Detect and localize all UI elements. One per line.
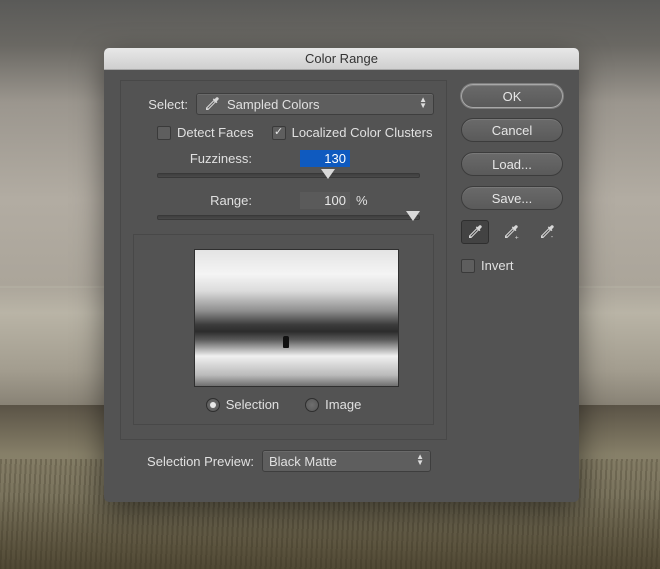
svg-text:-: -: [551, 232, 554, 241]
selection-preview-label: Selection Preview:: [136, 454, 254, 469]
color-range-dialog: Color Range Select: Sampled Colors ▲▼: [104, 48, 579, 502]
detect-faces-label: Detect Faces: [177, 125, 254, 140]
eyedropper-subtract-tool[interactable]: -: [533, 220, 561, 244]
save-button[interactable]: Save...: [461, 186, 563, 210]
select-dropdown[interactable]: Sampled Colors ▲▼: [196, 93, 434, 115]
fuzziness-label: Fuzziness:: [157, 151, 252, 166]
detect-faces-checkbox[interactable]: Detect Faces: [157, 125, 254, 140]
ok-label: OK: [503, 89, 522, 104]
fuzziness-value[interactable]: 130: [300, 150, 350, 167]
eyedropper-minus-icon: -: [538, 223, 556, 241]
eyedropper-plus-icon: +: [502, 223, 520, 241]
invert-checkbox[interactable]: Invert: [461, 258, 563, 273]
radio-selection[interactable]: Selection: [206, 397, 279, 412]
checkbox-box: ✓: [272, 126, 286, 140]
checkbox-box: [461, 259, 475, 273]
localized-clusters-label: Localized Color Clusters: [292, 125, 433, 140]
chevron-updown-icon: ▲▼: [416, 454, 424, 466]
load-label: Load...: [492, 157, 532, 172]
slider-thumb[interactable]: [406, 211, 420, 221]
invert-label: Invert: [481, 258, 514, 273]
checkbox-box: [157, 126, 171, 140]
eyedropper-add-tool[interactable]: +: [497, 220, 525, 244]
localized-clusters-checkbox[interactable]: ✓ Localized Color Clusters: [272, 125, 433, 140]
save-label: Save...: [492, 191, 532, 206]
selection-preview-image[interactable]: [194, 249, 399, 387]
radio-image[interactable]: Image: [305, 397, 361, 412]
radio-selection-label: Selection: [226, 397, 279, 412]
range-unit: %: [356, 193, 368, 208]
chevron-updown-icon: ▲▼: [419, 97, 427, 109]
select-label: Select:: [133, 97, 188, 112]
cancel-button[interactable]: Cancel: [461, 118, 563, 142]
svg-text:+: +: [515, 235, 519, 242]
range-value[interactable]: 100: [300, 192, 350, 209]
range-label: Range:: [157, 193, 252, 208]
slider-thumb[interactable]: [321, 169, 335, 179]
dialog-titlebar[interactable]: Color Range: [104, 48, 579, 70]
load-button[interactable]: Load...: [461, 152, 563, 176]
select-value: Sampled Colors: [227, 97, 320, 112]
dialog-title: Color Range: [305, 51, 378, 66]
ok-button[interactable]: OK: [461, 84, 563, 108]
eyedropper-icon: [466, 223, 484, 241]
selection-preview-dropdown[interactable]: Black Matte ▲▼: [262, 450, 431, 472]
main-panel: Select: Sampled Colors ▲▼ Dete: [120, 80, 447, 440]
cancel-label: Cancel: [492, 123, 532, 138]
radio-image-label: Image: [325, 397, 361, 412]
eyedropper-tool[interactable]: [461, 220, 489, 244]
fuzziness-slider[interactable]: [157, 173, 420, 178]
eyedropper-icon: [203, 95, 221, 113]
selection-preview-value: Black Matte: [269, 454, 337, 469]
range-slider[interactable]: [157, 215, 420, 220]
preview-subpanel: Selection Image: [133, 234, 434, 425]
